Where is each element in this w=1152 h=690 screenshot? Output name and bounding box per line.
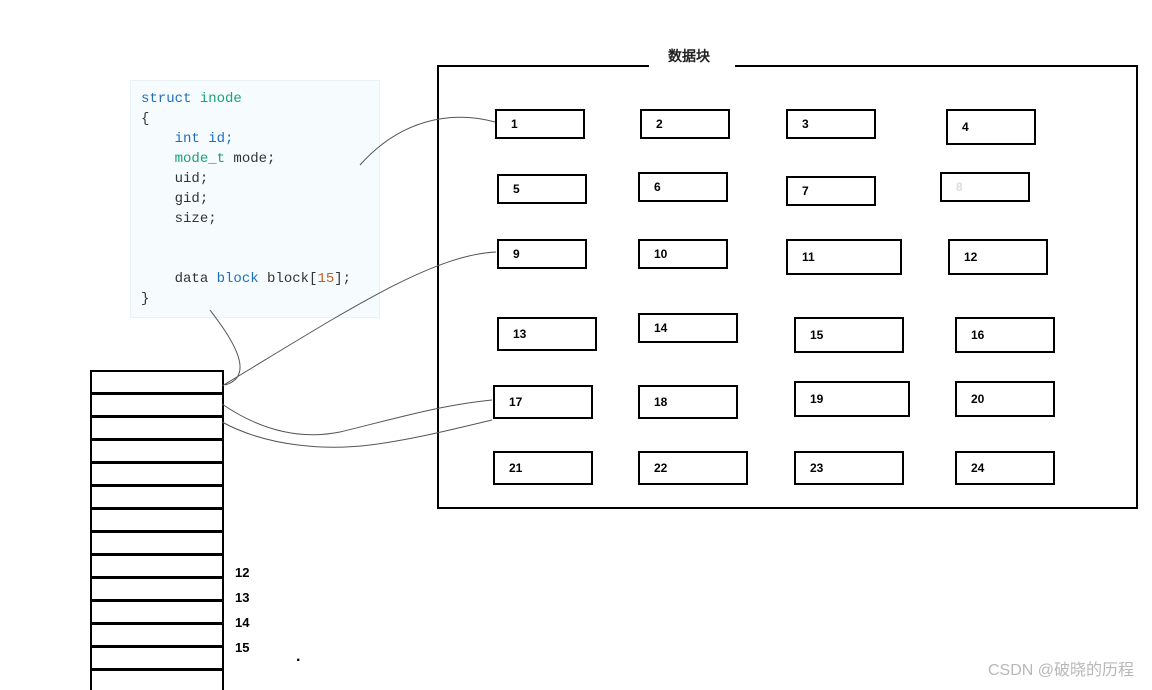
data-block-21: 21 [493,451,593,485]
stack-cell [90,623,224,646]
stack-cell [90,439,224,462]
data-block-22: 22 [638,451,748,485]
data-block-11: 11 [786,239,902,275]
watermark: CSDN @破晓的历程 [988,656,1134,680]
data-block-15: 15 [794,317,904,353]
data-block-6: 6 [638,172,728,202]
ellipsis-dot: . [296,648,300,666]
type-mode: mode_t [175,151,225,167]
stack-cell [90,416,224,439]
open-brace: { [141,111,149,127]
stack-cell [90,600,224,623]
data-block-16: 16 [955,317,1055,353]
line-gid: gid; [175,191,209,207]
stack-index-label: 13 [235,585,249,610]
arr-kw: block [217,271,259,287]
arr-num: 15 [317,271,334,287]
data-block-19: 19 [794,381,910,417]
data-block-7: 7 [786,176,876,206]
stack-cell [90,370,224,393]
close-brace: } [141,291,149,307]
data-block-10: 10 [638,239,728,269]
stack-cell [90,393,224,416]
arr-post: ]; [334,271,351,287]
struct-name: inode [200,91,242,107]
data-block-18: 18 [638,385,738,419]
stack-index-label: 12 [235,560,249,585]
stack-cell [90,508,224,531]
stack-cell [90,646,224,669]
data-block-20: 20 [955,381,1055,417]
data-block-2: 2 [640,109,730,139]
stack-index-label: 15 [235,635,249,660]
arr-mid: block[ [259,271,318,287]
stack-cell [90,669,224,690]
mode-rest: mode; [225,151,275,167]
data-block-8: 8 [940,172,1030,202]
data-block-9: 9 [497,239,587,269]
diagram-stage: struct inode { int id; mode_t mode; uid;… [0,0,1152,690]
arr-pre: data [175,271,217,287]
frame-title-gap [649,65,735,69]
block-array-stack [90,370,224,690]
line-uid: uid; [175,171,209,187]
data-block-5: 5 [497,174,587,204]
data-block-3: 3 [786,109,876,139]
stack-cell [90,554,224,577]
data-block-12: 12 [948,239,1048,275]
stack-cell [90,577,224,600]
stack-cell [90,462,224,485]
stack-cell [90,531,224,554]
line-size: size; [175,211,217,227]
data-block-24: 24 [955,451,1055,485]
data-block-4: 4 [946,109,1036,145]
data-block-17: 17 [493,385,593,419]
data-block-13: 13 [497,317,597,351]
data-block-14: 14 [638,313,738,343]
data-block-1: 1 [495,109,585,139]
frame-title: 数据块 [668,46,710,66]
stack-labels: 12131415 [235,560,249,660]
data-block-23: 23 [794,451,904,485]
kw-struct: struct [141,91,191,107]
kw-int-line: int id; [175,131,234,147]
stack-index-label: 14 [235,610,249,635]
code-block: struct inode { int id; mode_t mode; uid;… [130,80,380,318]
stack-cell [90,485,224,508]
